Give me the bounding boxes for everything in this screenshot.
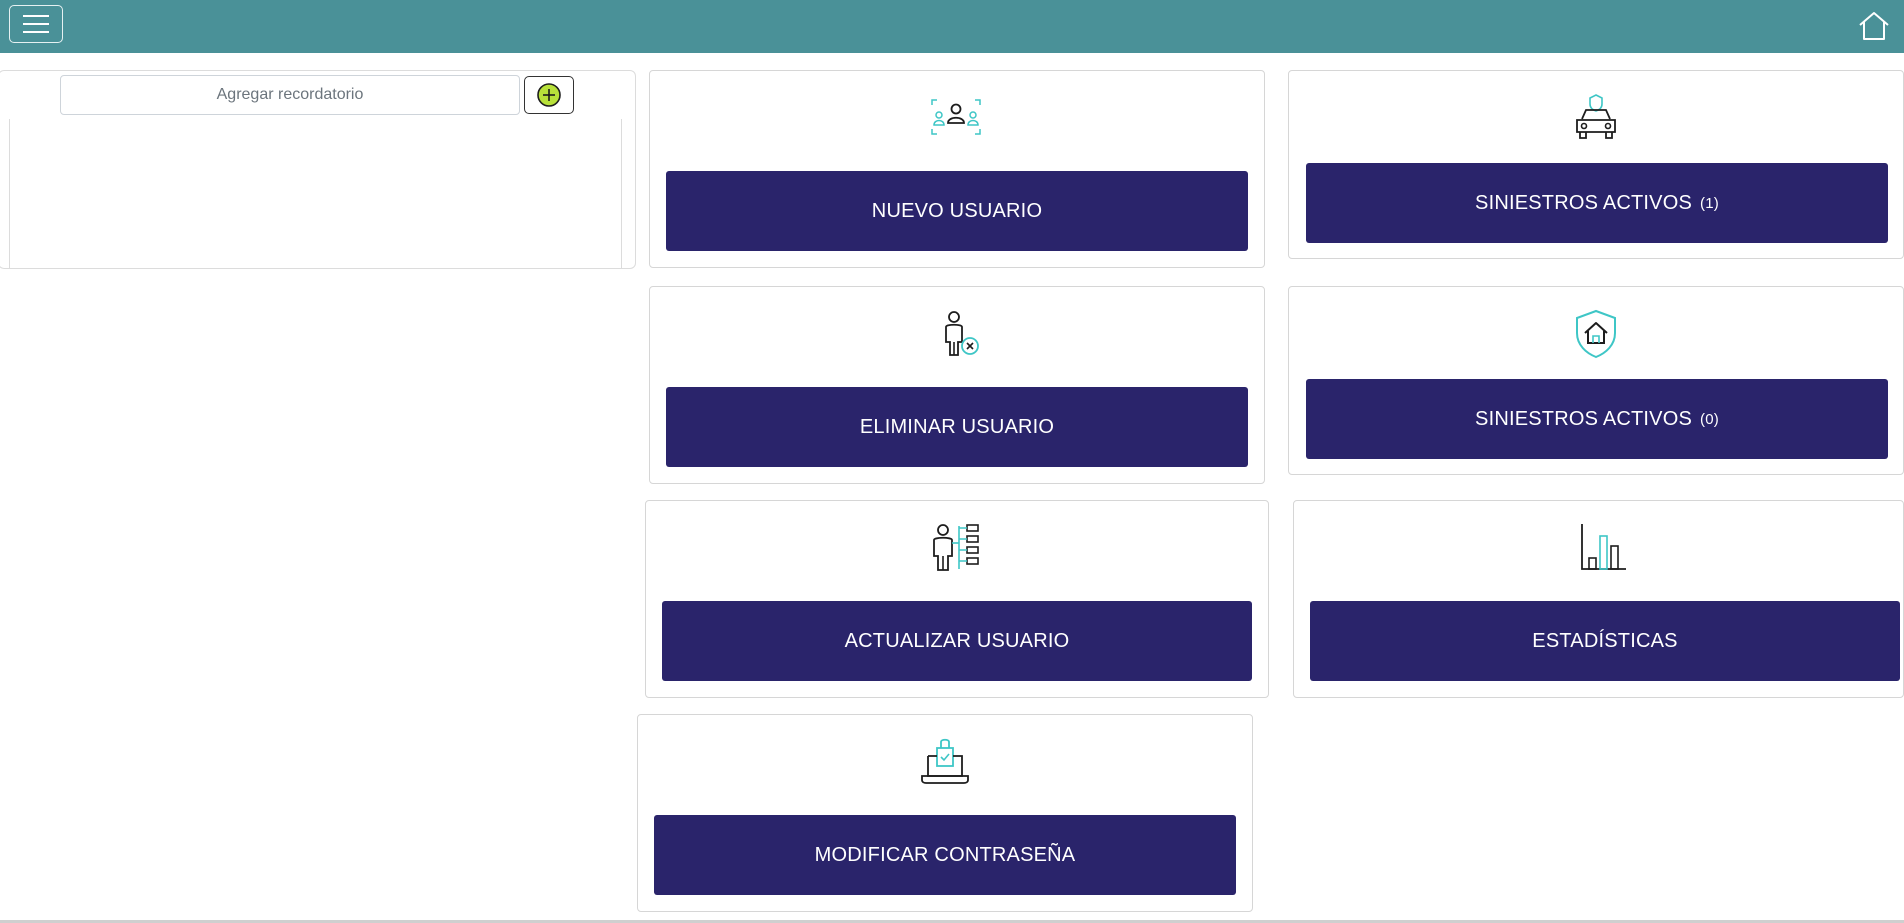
actualizar-usuario-label: ACTUALIZAR USUARIO (844, 629, 1070, 652)
actualizar-usuario-button[interactable]: ACTUALIZAR USUARIO (662, 601, 1252, 681)
eliminar-usuario-button[interactable]: ELIMINAR USUARIO (666, 387, 1248, 467)
add-reminder-button[interactable] (524, 76, 574, 114)
siniestros-hogar-label: SINIESTROS ACTIVOS (1475, 407, 1693, 430)
bar-chart-icon (1581, 524, 1626, 570)
home-button[interactable] (1857, 10, 1891, 42)
eliminar-usuario-label: ELIMINAR USUARIO (859, 415, 1055, 438)
nuevo-usuario-label: NUEVO USUARIO (871, 199, 1043, 222)
modificar-contrasena-button[interactable]: MODIFICAR CONTRASEÑA (654, 815, 1236, 895)
estadisticas-button[interactable]: ESTADÍSTICAS (1310, 601, 1900, 681)
nuevo-usuario-button[interactable]: NUEVO USUARIO (666, 171, 1248, 251)
estadisticas-label: ESTADÍSTICAS (1532, 629, 1678, 652)
siniestros-auto-count: (1) (1700, 194, 1719, 212)
reminder-input[interactable] (60, 75, 520, 115)
reminder-list (9, 119, 622, 269)
car-insurance-icon (1576, 94, 1616, 139)
laptop-lock-icon (921, 738, 969, 784)
menu-toggle-button[interactable] (9, 5, 63, 43)
home-icon (1859, 12, 1889, 40)
users-group-icon (931, 99, 981, 135)
siniestros-hogar-button[interactable]: SINIESTROS ACTIVOS (0) (1306, 379, 1888, 459)
siniestros-auto-button[interactable]: SINIESTROS ACTIVOS (1) (1306, 163, 1888, 243)
top-navbar (0, 0, 1904, 53)
home-shield-icon (1576, 309, 1616, 359)
user-update-list-icon (933, 524, 979, 571)
modificar-contrasena-label: MODIFICAR CONTRASEÑA (814, 843, 1076, 866)
siniestros-auto-label: SINIESTROS ACTIVOS (1475, 191, 1693, 214)
remove-user-icon (945, 311, 979, 356)
siniestros-hogar-count: (0) (1700, 410, 1719, 428)
hamburger-menu-icon (23, 15, 49, 33)
plus-circle-icon (537, 83, 561, 107)
